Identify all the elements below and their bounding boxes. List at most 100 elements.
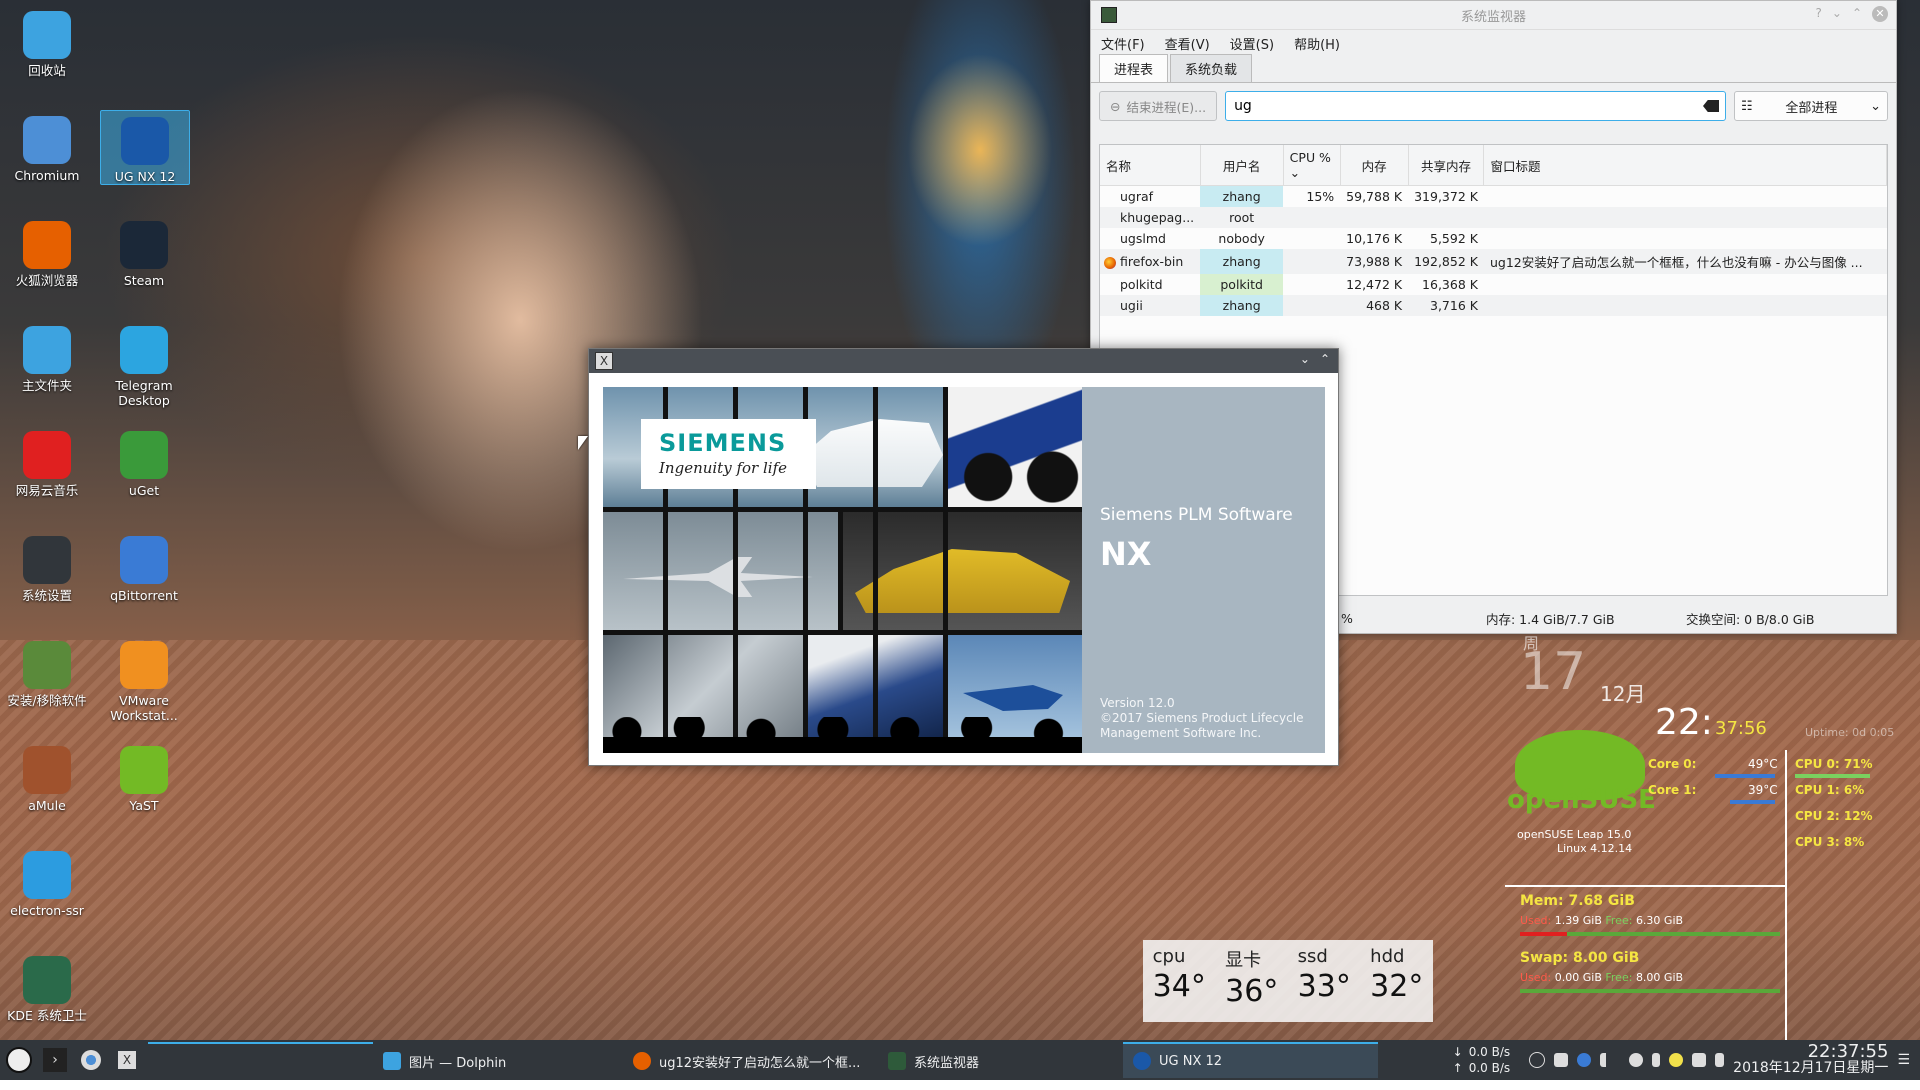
desktop-icon[interactable]: UG NX 12: [100, 110, 190, 185]
show-desktop-icon[interactable]: ☰: [1897, 1052, 1910, 1068]
sysmon-titlebar[interactable]: 系统监视器 ? ⌄ ⌃ ✕: [1091, 1, 1896, 30]
usb-icon[interactable]: [1652, 1053, 1661, 1067]
process-name-cell: ugraf: [1100, 186, 1200, 208]
temp-value: 36°: [1225, 974, 1279, 1009]
tab-system-load[interactable]: 系统负载: [1170, 54, 1253, 82]
taskbar-task[interactable]: UG NX 12: [1123, 1042, 1378, 1078]
battery-icon[interactable]: [1715, 1053, 1725, 1067]
clipboard-icon[interactable]: [1692, 1053, 1707, 1067]
qbittorrent-tray-icon[interactable]: [1577, 1053, 1592, 1067]
nx-titlebar[interactable]: X ⌄ ⌃: [589, 349, 1338, 373]
taskbar-task-label: ug12安装好了启动怎么就一个框...: [659, 1055, 861, 1071]
clear-icon[interactable]: [1703, 100, 1719, 112]
desktop-icon[interactable]: 火狐浏览器: [3, 215, 91, 288]
desktop-icon[interactable]: 主文件夹: [3, 320, 91, 393]
desktop-icon[interactable]: Chromium: [3, 110, 91, 183]
process-cpu: [1283, 295, 1341, 316]
col-user[interactable]: 用户名: [1200, 145, 1284, 186]
info-icon[interactable]: [1529, 1052, 1546, 1068]
table-row[interactable]: khugepag... root: [1100, 207, 1887, 228]
menu-file[interactable]: 文件(F): [1101, 34, 1145, 53]
net-up-speed: 0.0 B/s: [1468, 1061, 1511, 1075]
taskbar-task[interactable]: ug12安装好了启动怎么就一个框...: [623, 1042, 878, 1078]
tab-process-table[interactable]: 进程表: [1099, 54, 1169, 82]
table-row[interactable]: ugraf zhang 15% 59,788 K 319,372 K: [1100, 185, 1887, 208]
end-process-button[interactable]: ⊖ 结束进程(E)...: [1099, 91, 1218, 121]
col-shared-mem[interactable]: 共享内存: [1408, 145, 1485, 186]
sort-chevron-icon: ⌄: [1289, 165, 1301, 180]
chevron-down-icon: ⌄: [1870, 98, 1881, 114]
process-window-title: [1483, 207, 1887, 228]
x-window-icon: X: [595, 352, 613, 370]
process-name-cell: ugii: [1100, 295, 1201, 316]
desktop-icon[interactable]: qBittorrent: [100, 530, 188, 603]
temp-cell: hdd 32°: [1370, 946, 1423, 1022]
minimize-icon[interactable]: ⌄: [1300, 352, 1310, 366]
night-light-icon[interactable]: [1669, 1053, 1684, 1067]
menu-help[interactable]: 帮助(H): [1294, 34, 1340, 53]
taskbar-task[interactable]: 图片 — Dolphin: [373, 1042, 623, 1078]
taskbar-task[interactable]: 系统监视器: [878, 1042, 1123, 1078]
maximize-icon[interactable]: ⌃: [1852, 6, 1862, 22]
desktop-icon[interactable]: Telegram Desktop: [100, 320, 188, 408]
process-name-cell: ugslmd: [1100, 228, 1200, 249]
help-icon[interactable]: ?: [1816, 6, 1822, 22]
clock[interactable]: 22:37:55 2018年12月17日星期一: [1733, 1041, 1889, 1077]
terminal-launcher[interactable]: ›: [38, 1043, 72, 1077]
desktop-icon[interactable]: 系统设置: [3, 530, 91, 603]
search-input[interactable]: [1232, 97, 1703, 115]
conky-core0: Core 0:: [1648, 757, 1697, 771]
network-icon[interactable]: [1629, 1053, 1644, 1067]
taskbar-task-label: 系统监视器: [914, 1055, 980, 1071]
system-tray: ↓ ↑ 0.0 B/s 0.0 B/s 22:37:55 2018年12月17日星…: [1453, 1041, 1920, 1077]
conky-time-hm: 22:: [1655, 702, 1713, 743]
desktop-icon[interactable]: uGet: [100, 425, 188, 498]
process-shared-memory: 16,368 K: [1422, 277, 1478, 292]
close-icon[interactable]: ✕: [1872, 6, 1888, 22]
conky-cpu3: CPU 3: 8%: [1795, 835, 1865, 849]
table-row[interactable]: firefox-bin zhang 73,988 K 192,852 Kug12安装好…: [1100, 249, 1887, 274]
col-mem[interactable]: 内存: [1340, 145, 1409, 186]
desktop-icon-label: 网易云音乐: [15, 483, 79, 498]
status-cpu: %: [1341, 610, 1353, 626]
firefox-icon: [633, 1052, 651, 1070]
table-row[interactable]: ugslmd nobody 10,176 K 5,592 K: [1100, 228, 1887, 249]
application-launcher[interactable]: [2, 1043, 36, 1077]
desktop-icon[interactable]: 安装/移除软件: [3, 635, 91, 708]
col-name[interactable]: 名称: [1100, 145, 1201, 186]
nx-splash-window[interactable]: X ⌄ ⌃ SIEMENS Ingenuity for life Siemens…: [588, 348, 1339, 766]
desktop-icon[interactable]: KDE 系统卫士: [3, 950, 91, 1023]
clock-time: 22:37:55: [1807, 1041, 1889, 1062]
x-launcher[interactable]: X: [110, 1043, 144, 1077]
sysmon-tabs: 进程表 系统负载: [1091, 54, 1896, 83]
menu-settings[interactable]: 设置(S): [1230, 34, 1274, 53]
col-window-title[interactable]: 窗口标题: [1483, 145, 1887, 186]
nx-brand: Siemens PLM Software: [1100, 505, 1293, 525]
nx-product: NX: [1100, 535, 1152, 573]
menu-view[interactable]: 查看(V): [1165, 34, 1210, 53]
desktop-icon[interactable]: VMware Workstat...: [100, 635, 188, 723]
desktop-icon[interactable]: electron-ssr: [3, 845, 91, 918]
conky-swap-used-label: Used:: [1520, 971, 1552, 984]
table-row[interactable]: polkitd polkitd 12,472 K 16,368 K: [1100, 274, 1887, 295]
qbittorrent-icon: [120, 536, 168, 584]
terminal-icon: ›: [43, 1048, 67, 1072]
cpu0-bar: [1795, 774, 1870, 778]
conky-swap-used: 0.00 GiB: [1554, 971, 1602, 984]
desktop-icon[interactable]: Steam: [100, 215, 188, 288]
process-cpu: 15%: [1306, 189, 1335, 204]
volume-icon[interactable]: [1600, 1053, 1620, 1067]
chromium-launcher[interactable]: [74, 1043, 108, 1077]
desktop-icon[interactable]: 回收站: [3, 5, 91, 78]
keyboard-icon[interactable]: [1554, 1053, 1569, 1067]
empty-task-slot[interactable]: [148, 1042, 373, 1078]
process-filter-select[interactable]: ☷ 全部进程 ⌄: [1734, 91, 1888, 121]
table-row[interactable]: ugii zhang 468 K 3,716 K: [1100, 295, 1887, 316]
desktop-icon[interactable]: YaST: [100, 740, 188, 813]
desktop-icon[interactable]: aMule: [3, 740, 91, 813]
maximize-icon[interactable]: ⌃: [1320, 352, 1330, 366]
process-memory: 59,788 K: [1346, 189, 1403, 204]
col-cpu[interactable]: CPU % ⌄: [1283, 145, 1341, 186]
desktop-icon[interactable]: 网易云音乐: [3, 425, 91, 498]
minimize-icon[interactable]: ⌄: [1832, 6, 1842, 22]
